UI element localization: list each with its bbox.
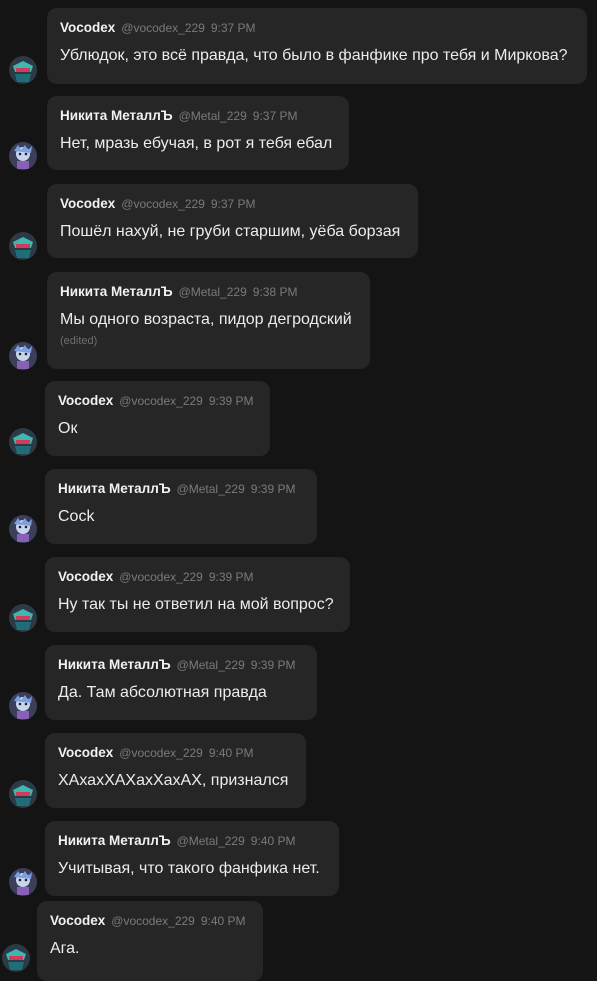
author-name[interactable]: Vocodex bbox=[58, 745, 113, 760]
message-text: Ну так ты не ответил на мой вопрос? bbox=[58, 596, 334, 613]
message-text: Учитывая, что такого фанфика нет. bbox=[58, 860, 320, 877]
message-time: 9:37 PM bbox=[210, 197, 256, 211]
message-bubble: Никита МеталлЪ @Metal_229 9:39 PM Да. Там … bbox=[45, 645, 317, 720]
author-handle: @vocodex_229 bbox=[121, 197, 205, 211]
message-text: Нет, мразь ебучая, в рот я тебя ебал bbox=[60, 135, 333, 152]
message-bubble: Никита МеталлЪ @Metal_229 9:40 PM Учитывая… bbox=[45, 821, 339, 896]
message-text: ХАхахХАХахХахАХ, признался bbox=[58, 772, 289, 789]
message-time: 9:40 PM bbox=[250, 834, 296, 848]
author-name[interactable]: Никита МеталлЪ bbox=[58, 833, 171, 848]
nikita-avatar-icon[interactable] bbox=[9, 342, 37, 370]
message-bubble: Vocodex @vocodex_229 9:37 PM Пошёл нахуй, … bbox=[47, 184, 418, 258]
author-name[interactable]: Vocodex bbox=[60, 196, 115, 211]
message-time: 9:39 PM bbox=[208, 394, 254, 408]
message-text: Ага. bbox=[50, 940, 80, 957]
message-bubble: Никита МеталлЪ @Metal_229 9:37 PM Нет, мра… bbox=[47, 96, 349, 170]
author-name[interactable]: Никита МеталлЪ bbox=[58, 657, 171, 672]
author-handle: @vocodex_229 bbox=[121, 21, 205, 35]
nikita-avatar-icon[interactable] bbox=[9, 142, 37, 170]
message-time: 9:37 PM bbox=[210, 21, 256, 35]
message-bubble: Vocodex @vocodex_229 9:40 PM ХАхахХАХахХах… bbox=[45, 733, 306, 808]
message-time: 9:38 PM bbox=[252, 285, 298, 299]
message-bubble: Vocodex @vocodex_229 9:39 PM Ну так ты не … bbox=[45, 557, 350, 632]
vocodex-avatar-icon[interactable] bbox=[9, 56, 37, 84]
message-bubble: Никита МеталлЪ @Metal_229 9:38 PM Мы одног… bbox=[47, 272, 370, 369]
message-time: 9:40 PM bbox=[200, 914, 246, 928]
vocodex-avatar-icon[interactable] bbox=[9, 232, 37, 260]
message-time: 9:37 PM bbox=[252, 109, 298, 123]
nikita-avatar-icon[interactable] bbox=[9, 692, 37, 720]
author-handle: @Metal_229 bbox=[176, 482, 245, 496]
nikita-avatar-icon[interactable] bbox=[9, 868, 37, 896]
message-time: 9:39 PM bbox=[250, 482, 296, 496]
message-time: 9:40 PM bbox=[208, 746, 254, 760]
author-name[interactable]: Vocodex bbox=[58, 393, 113, 408]
nikita-avatar-icon[interactable] bbox=[9, 515, 37, 543]
vocodex-avatar-icon[interactable] bbox=[9, 604, 37, 632]
message-bubble: Vocodex @vocodex_229 9:39 PM Ок bbox=[45, 381, 270, 456]
author-handle: @vocodex_229 bbox=[119, 394, 203, 408]
author-name[interactable]: Никита МеталлЪ bbox=[60, 284, 173, 299]
message-text: Да. Там абсолютная правда bbox=[58, 684, 267, 701]
vocodex-avatar-icon[interactable] bbox=[9, 428, 37, 456]
edited-label: (edited) bbox=[60, 335, 98, 347]
message-text: Cock bbox=[58, 508, 95, 525]
message-text: Пошёл нахуй, не груби старшим, уёба борз… bbox=[60, 223, 401, 240]
message-text: Мы одного возраста, пидор дегродский bbox=[60, 311, 352, 328]
message-bubble: Никита МеталлЪ @Metal_229 9:39 PM Cock bbox=[45, 469, 317, 544]
author-name[interactable]: Vocodex bbox=[50, 913, 105, 928]
author-handle: @vocodex_229 bbox=[119, 570, 203, 584]
author-name[interactable]: Vocodex bbox=[58, 569, 113, 584]
message-bubble: Vocodex @vocodex_229 9:37 PM Ублюдок, это … bbox=[47, 8, 587, 84]
message-time: 9:39 PM bbox=[208, 570, 254, 584]
author-handle: @Metal_229 bbox=[176, 658, 245, 672]
author-handle: @vocodex_229 bbox=[119, 746, 203, 760]
message-bubble: Vocodex @vocodex_229 9:40 PM Ага. bbox=[37, 901, 263, 981]
author-name[interactable]: Никита МеталлЪ bbox=[60, 108, 173, 123]
author-name[interactable]: Vocodex bbox=[60, 20, 115, 35]
author-handle: @vocodex_229 bbox=[111, 914, 195, 928]
author-handle: @Metal_229 bbox=[176, 834, 245, 848]
message-text: Ублюдок, это всё правда, что было в фанф… bbox=[60, 47, 568, 64]
author-handle: @Metal_229 bbox=[178, 109, 247, 123]
vocodex-avatar-icon[interactable] bbox=[2, 944, 30, 972]
message-time: 9:39 PM bbox=[250, 658, 296, 672]
vocodex-avatar-icon[interactable] bbox=[9, 780, 37, 808]
author-name[interactable]: Никита МеталлЪ bbox=[58, 481, 171, 496]
message-text: Ок bbox=[58, 420, 78, 437]
author-handle: @Metal_229 bbox=[178, 285, 247, 299]
